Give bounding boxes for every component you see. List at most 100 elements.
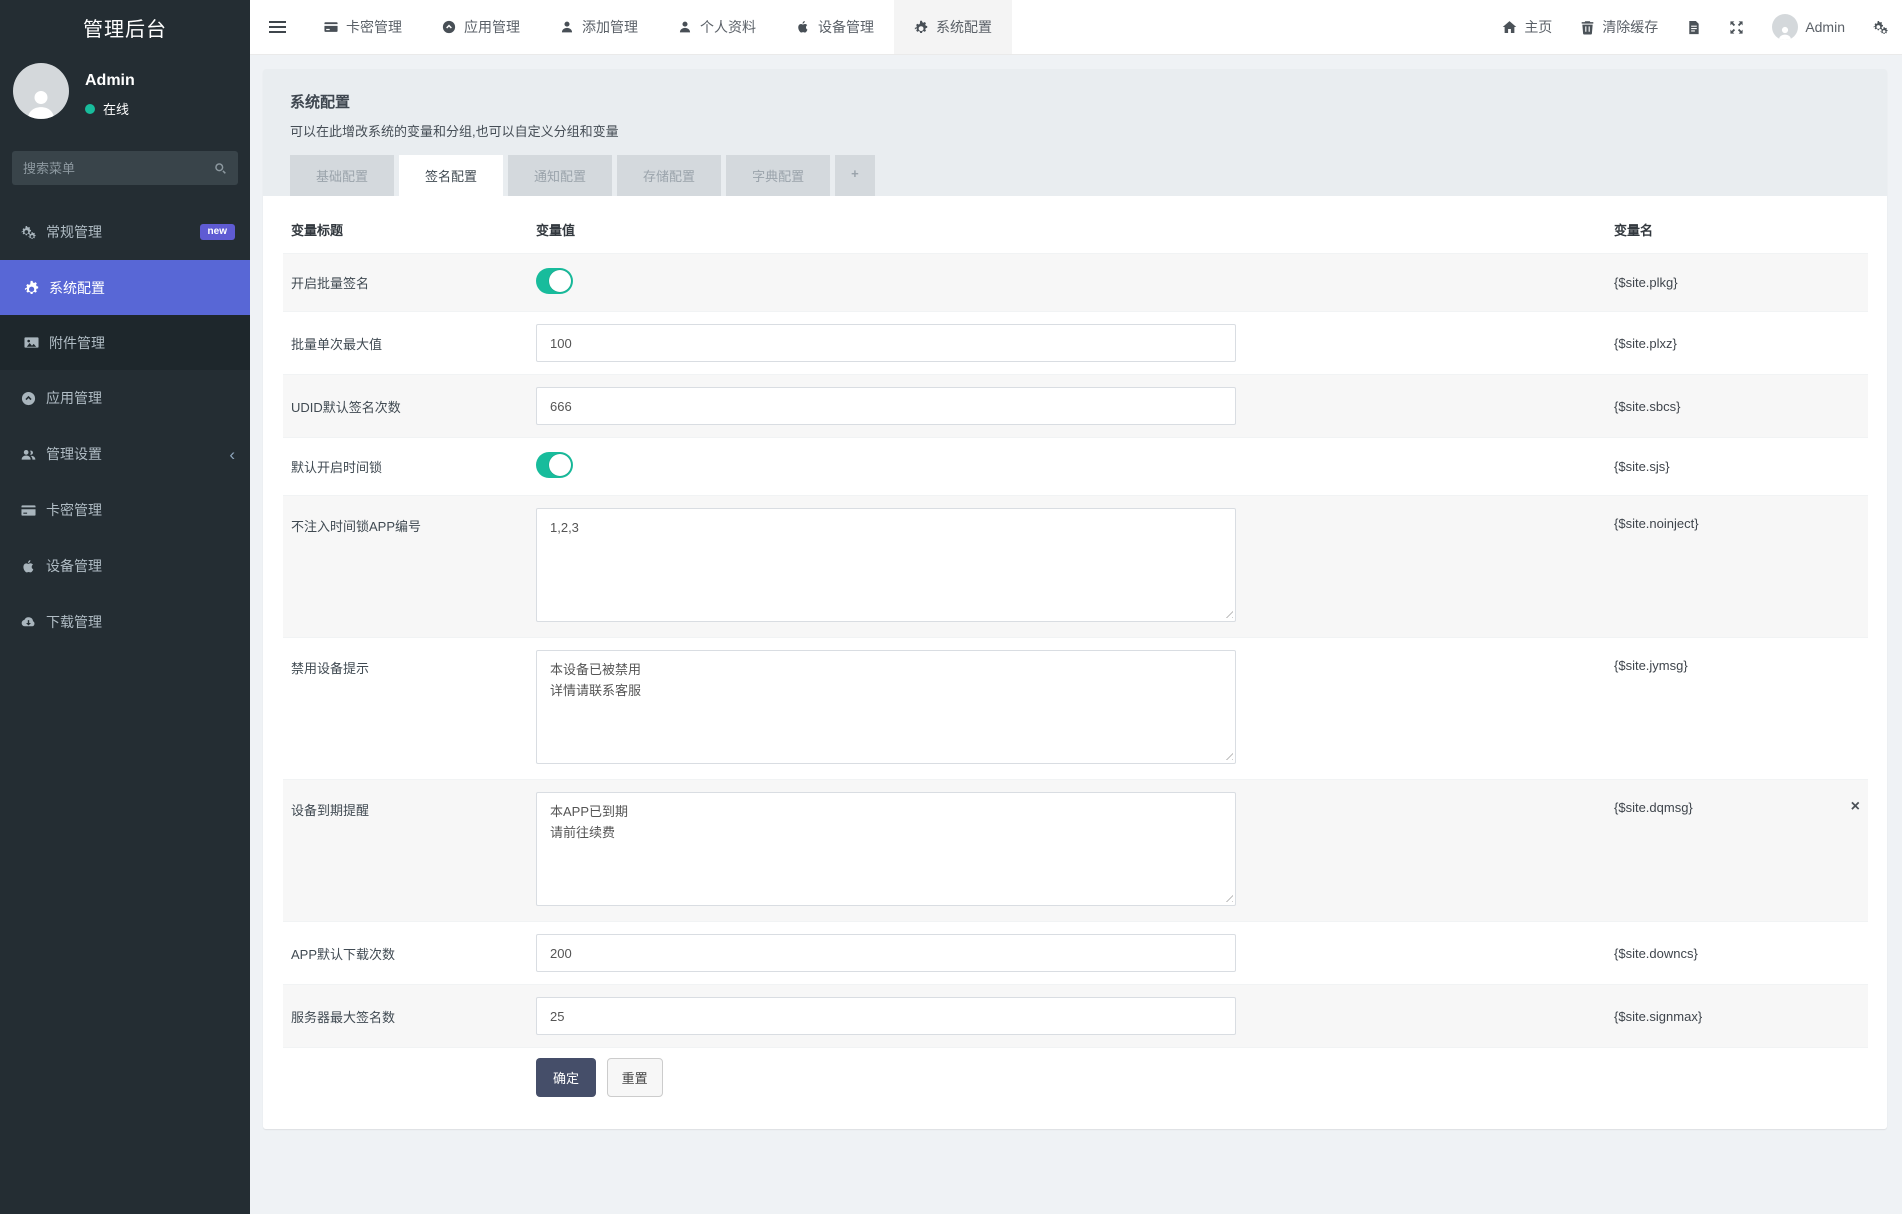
online-dot bbox=[85, 104, 95, 114]
tab-basic-config[interactable]: 基础配置 bbox=[290, 155, 394, 196]
variable-name: {$site.plkg} bbox=[1614, 275, 1678, 290]
value-textarea[interactable]: 本设备已被禁用 详情请联系客服 bbox=[536, 650, 1236, 764]
form-actions-row: 确定 重置 bbox=[283, 1048, 1868, 1098]
page-subtitle: 可以在此增改系统的变量和分组,也可以自定义分组和变量 bbox=[290, 121, 1860, 140]
user-name: Admin bbox=[85, 72, 135, 90]
column-header: 变量标题 bbox=[283, 208, 528, 254]
apple-icon bbox=[796, 20, 810, 34]
user-menu-label: Admin bbox=[1805, 19, 1845, 35]
row-label: 不注入时间锁APP编号 bbox=[283, 496, 528, 638]
column-header: 变量名 bbox=[1606, 208, 1868, 254]
value-input[interactable] bbox=[536, 934, 1236, 972]
sidebar-item-admin-settings[interactable]: 管理设置 ‹ bbox=[0, 426, 250, 482]
row-label: UDID默认签名次数 bbox=[283, 375, 528, 438]
language-button[interactable] bbox=[1672, 0, 1715, 54]
user-status: 在线 bbox=[85, 99, 135, 118]
nav-tab-label: 系统配置 bbox=[936, 17, 992, 37]
row-label: 禁用设备提示 bbox=[283, 638, 528, 780]
sidebar-item-label: 附件管理 bbox=[49, 333, 105, 353]
home-button[interactable]: 主页 bbox=[1488, 0, 1566, 54]
nav-tab-label: 卡密管理 bbox=[346, 17, 402, 37]
user-menu[interactable]: Admin bbox=[1758, 0, 1859, 54]
value-input[interactable] bbox=[536, 387, 1236, 425]
nav-tab-label: 应用管理 bbox=[464, 17, 520, 37]
config-row: UDID默认签名次数 {$site.sbcs} bbox=[283, 375, 1868, 438]
row-label: 服务器最大签名数 bbox=[283, 985, 528, 1048]
search-input[interactable] bbox=[23, 161, 214, 176]
variable-name: {$site.sjs} bbox=[1614, 459, 1670, 474]
sidebar-item-devices[interactable]: 设备管理 bbox=[0, 538, 250, 594]
home-icon bbox=[1502, 20, 1517, 35]
value-input[interactable] bbox=[536, 997, 1236, 1035]
value-input[interactable] bbox=[536, 324, 1236, 362]
config-row: 不注入时间锁APP编号 1,2,3 {$site.noinject} bbox=[283, 496, 1868, 638]
app-title: 管理后台 bbox=[0, 0, 250, 55]
variable-name: {$site.sbcs} bbox=[1614, 399, 1681, 414]
config-card-body: 变量标题 变量值 变量名 开启批量签名 {$site.plkg} 批量单次最大值 bbox=[263, 196, 1887, 1129]
variable-name: {$site.downcs} bbox=[1614, 946, 1698, 961]
toggle-knob bbox=[549, 270, 571, 292]
variable-name: {$site.dqmsg} bbox=[1614, 800, 1693, 815]
top-navbar: 卡密管理 应用管理 添加管理 个人资料 设备管理 系统配置 主页 bbox=[250, 0, 1902, 55]
row-label: APP默认下载次数 bbox=[283, 922, 528, 985]
nav-tab-devices[interactable]: 设备管理 bbox=[776, 0, 894, 54]
home-label: 主页 bbox=[1524, 17, 1552, 37]
sidebar-search bbox=[12, 151, 238, 185]
settings-button[interactable] bbox=[1859, 0, 1902, 54]
sidebar-item-apps[interactable]: 应用管理 bbox=[0, 370, 250, 426]
value-textarea[interactable]: 1,2,3 bbox=[536, 508, 1236, 622]
nav-tab-label: 设备管理 bbox=[818, 17, 874, 37]
config-row: 开启批量签名 {$site.plkg} bbox=[283, 254, 1868, 312]
sidebar-item-downloads[interactable]: 下载管理 bbox=[0, 594, 250, 650]
row-label: 设备到期提醒 bbox=[283, 780, 528, 922]
image-icon bbox=[24, 335, 39, 350]
chevron-left-icon: ‹ bbox=[229, 446, 235, 463]
toggle-switch-on[interactable] bbox=[536, 268, 573, 294]
sidebar-item-card-keys[interactable]: 卡密管理 bbox=[0, 482, 250, 538]
nav-tab-label: 添加管理 bbox=[582, 17, 638, 37]
nav-tab-profile[interactable]: 个人资料 bbox=[658, 0, 776, 54]
nav-tab-add-admin[interactable]: 添加管理 bbox=[540, 0, 658, 54]
sidebar-item-label: 系统配置 bbox=[49, 278, 105, 298]
user-panel: Admin 在线 bbox=[0, 55, 250, 131]
tab-dictionary-config[interactable]: 字典配置 bbox=[726, 155, 830, 196]
user-icon bbox=[678, 20, 692, 34]
page-title: 系统配置 bbox=[290, 91, 1860, 112]
gear-icon bbox=[24, 280, 39, 295]
nav-tab-card-keys[interactable]: 卡密管理 bbox=[304, 0, 422, 54]
clear-cache-button[interactable]: 清除缓存 bbox=[1566, 0, 1672, 54]
user-icon bbox=[560, 20, 574, 34]
nav-tab-apps[interactable]: 应用管理 bbox=[422, 0, 540, 54]
config-card-header: 系统配置 可以在此增改系统的变量和分组,也可以自定义分组和变量 基础配置 签名配… bbox=[263, 69, 1887, 196]
toggle-switch-on[interactable] bbox=[536, 452, 573, 478]
sidebar-item-label: 下载管理 bbox=[46, 612, 102, 632]
sidebar-item-label: 常规管理 bbox=[46, 222, 102, 242]
sidebar-item-attachments[interactable]: 附件管理 bbox=[0, 315, 250, 370]
value-textarea[interactable]: 本APP已到期 请前往续费 bbox=[536, 792, 1236, 906]
clear-cache-label: 清除缓存 bbox=[1602, 17, 1658, 37]
close-icon[interactable]: × bbox=[1851, 800, 1860, 813]
sidebar-submenu: 系统配置 附件管理 bbox=[0, 260, 250, 370]
fullscreen-button[interactable] bbox=[1715, 0, 1758, 54]
config-row: 服务器最大签名数 {$site.signmax} bbox=[283, 985, 1868, 1048]
variable-name: {$site.noinject} bbox=[1614, 516, 1699, 531]
hamburger-menu-icon[interactable] bbox=[250, 0, 304, 54]
book-icon bbox=[1686, 20, 1701, 35]
nav-tab-system-config[interactable]: 系统配置 bbox=[894, 0, 1012, 54]
sidebar-item-label: 管理设置 bbox=[46, 444, 102, 464]
reset-button[interactable]: 重置 bbox=[607, 1058, 663, 1097]
tab-storage-config[interactable]: 存储配置 bbox=[617, 155, 721, 196]
nav-tab-label: 个人资料 bbox=[700, 17, 756, 37]
sidebar-item-label: 卡密管理 bbox=[46, 500, 102, 520]
tab-signature-config[interactable]: 签名配置 bbox=[399, 155, 503, 196]
sidebar-item-general[interactable]: 常规管理 new bbox=[0, 204, 250, 260]
add-tab-button[interactable]: + bbox=[835, 155, 875, 196]
submit-button[interactable]: 确定 bbox=[536, 1058, 596, 1097]
variable-name: {$site.jymsg} bbox=[1614, 658, 1688, 673]
sidebar-item-system-config[interactable]: 系统配置 bbox=[0, 260, 250, 315]
main-content: 系统配置 可以在此增改系统的变量和分组,也可以自定义分组和变量 基础配置 签名配… bbox=[250, 55, 1902, 1214]
tab-notification-config[interactable]: 通知配置 bbox=[508, 155, 612, 196]
search-icon bbox=[214, 162, 227, 175]
config-card: 系统配置 可以在此增改系统的变量和分组,也可以自定义分组和变量 基础配置 签名配… bbox=[263, 69, 1887, 1129]
credit-card-icon bbox=[21, 503, 36, 518]
